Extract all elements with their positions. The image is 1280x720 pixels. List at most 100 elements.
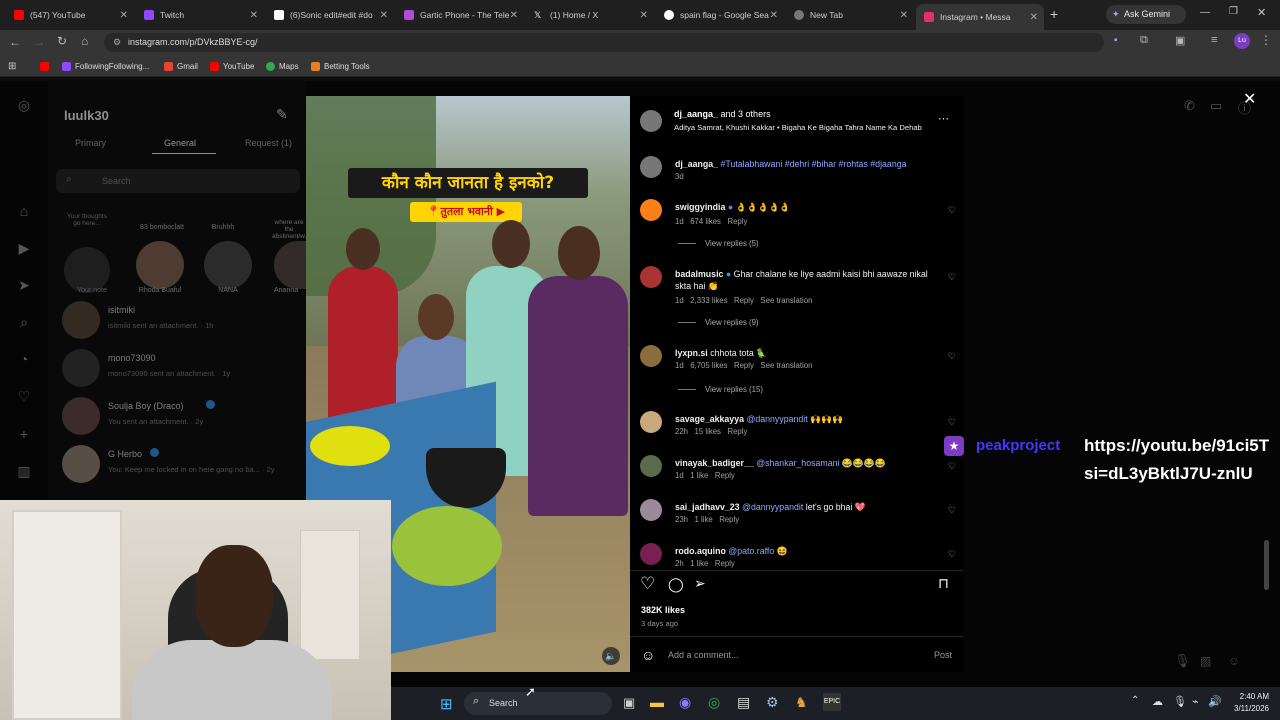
close-window-button[interactable]: ✕ — [1257, 6, 1266, 19]
save-bookmark-icon[interactable]: ⊓ — [938, 575, 949, 592]
avatar[interactable] — [640, 411, 662, 433]
volume-icon[interactable]: 🔊 — [1208, 695, 1222, 708]
view-replies-button[interactable]: View replies (15) — [678, 385, 763, 394]
close-tab-icon[interactable]: ✕ — [250, 10, 258, 21]
minimize-button[interactable]: — — [1200, 7, 1210, 18]
maximize-button[interactable]: ❐ — [1229, 6, 1238, 17]
like-comment-icon[interactable]: ♡ — [948, 505, 956, 516]
dm-thread[interactable]: G Herbo You: Keep me locked in on here ga… — [62, 443, 302, 487]
tab-twitch[interactable]: Twitch ✕ — [136, 4, 264, 26]
like-comment-icon[interactable]: ♡ — [948, 351, 956, 362]
like-comment-icon[interactable]: ♡ — [948, 205, 956, 216]
comment-likes[interactable]: 1 like — [695, 515, 713, 524]
close-tab-icon[interactable]: ✕ — [379, 9, 388, 21]
start-windows-icon[interactable]: ⊞ — [440, 695, 453, 713]
reels-icon[interactable]: ▶ — [16, 240, 32, 256]
avatar[interactable] — [640, 543, 662, 565]
bookmark-gmail[interactable]: Gmail — [164, 58, 198, 74]
bookmark-youtube-red[interactable] — [40, 58, 53, 74]
dashboard-icon[interactable]: ▥ — [16, 463, 32, 479]
avatar[interactable] — [640, 266, 662, 288]
comment-likes[interactable]: 1 like — [690, 559, 708, 568]
close-tab-icon[interactable]: ✕ — [1029, 11, 1038, 23]
emoji-icon[interactable]: ☺ — [641, 647, 655, 663]
comment-mention[interactable]: @dannyypandit — [742, 502, 803, 512]
file-explorer-icon[interactable]: ▬ — [650, 694, 664, 710]
store-icon[interactable]: ▤ — [737, 694, 750, 711]
dm-thread[interactable]: Soulja Boy (Draco) You sent an attachment… — [62, 395, 302, 439]
avatar[interactable] — [640, 455, 662, 477]
close-tab-icon[interactable]: ✕ — [900, 10, 908, 21]
reply-button[interactable]: Reply — [734, 361, 754, 370]
comment-username[interactable]: swiggyindia — [675, 202, 725, 212]
likes-count[interactable]: 382K likes — [641, 605, 685, 615]
close-tab-icon[interactable]: ✕ — [769, 9, 778, 21]
network-icon[interactable]: ⌁ — [1192, 695, 1199, 708]
tab-tiktok[interactable]: (6)Sonic edit#edit #do ✕ — [266, 4, 394, 26]
site-info-icon[interactable]: ⚙ — [113, 33, 121, 52]
reply-button[interactable]: Reply — [727, 427, 747, 436]
dm-username[interactable]: luulk30 — [64, 108, 109, 123]
caption-hashtags[interactable]: #Tutalabhawani #dehri #bihar #rohtas #dj… — [720, 159, 906, 169]
view-replies-button[interactable]: View replies (5) — [678, 239, 759, 248]
close-modal-button[interactable]: ✕ — [1243, 89, 1256, 109]
scrollbar[interactable] — [1264, 540, 1269, 590]
phone-icon[interactable]: ✆ — [1184, 98, 1195, 114]
clock-date[interactable]: 3/11/2026 — [1223, 704, 1269, 713]
tray-app-icon[interactable]: ☁ — [1152, 695, 1163, 708]
comment-likes[interactable]: 2,333 likes — [690, 296, 727, 305]
header-username[interactable]: dj_aanga_ — [674, 109, 718, 119]
reply-button[interactable]: Reply — [734, 296, 754, 305]
dm-search-input[interactable]: ⌕ Search — [56, 169, 300, 193]
comment-username[interactable]: badalmusic — [675, 269, 723, 279]
home-icon[interactable]: ⌂ — [16, 203, 32, 219]
tab-gartic[interactable]: Gartic Phone - The Tele ✕ — [396, 4, 524, 26]
dm-thread[interactable]: mono73090 mono73090 sent an attachment. ·… — [62, 347, 302, 391]
tab-google[interactable]: spain flag - Google Sea ✕ — [656, 4, 784, 26]
comment-username[interactable]: rodo.aquino — [675, 546, 726, 556]
tab-new[interactable]: New Tab ✕ — [786, 4, 914, 26]
mic-tray-icon[interactable]: 🎙 — [1173, 695, 1187, 708]
tab-general[interactable]: General — [164, 138, 196, 148]
address-bar[interactable]: ⚙ instagram.com/p/DVkzBBYE-cg/ — [104, 33, 1104, 52]
add-comment-input[interactable]: Add a comment... — [668, 650, 739, 660]
like-comment-icon[interactable]: ♡ — [948, 417, 956, 428]
avatar[interactable] — [136, 241, 184, 289]
avatar[interactable] — [204, 241, 252, 289]
comment-username[interactable]: vinayak_badiger__ — [675, 458, 754, 468]
reply-button[interactable]: Reply — [715, 471, 735, 480]
header-others[interactable]: and 3 others — [718, 109, 771, 119]
avatar[interactable] — [640, 345, 662, 367]
game-app-icon[interactable]: ♞ — [795, 694, 808, 711]
ask-gemini-button[interactable]: ✦ Ask Gemini — [1106, 5, 1186, 24]
dm-thread[interactable]: isitmiki isitmiki sent an attachment. · 1… — [62, 299, 302, 343]
extension-icon[interactable]: ▪ — [1114, 35, 1118, 46]
like-post-icon[interactable]: ♡ — [640, 574, 655, 594]
discord-icon[interactable]: ◉ — [679, 694, 691, 711]
reload-icon[interactable]: ↻ — [57, 34, 67, 48]
see-translation-button[interactable]: See translation — [760, 296, 812, 305]
close-tab-icon[interactable]: ✕ — [120, 10, 128, 21]
video-call-icon[interactable]: ▭ — [1210, 98, 1222, 114]
tab-x[interactable]: 𝕏 (1) Home / X ✕ — [526, 4, 654, 26]
avatar[interactable] — [640, 199, 662, 221]
microphone-icon[interactable]: 🎙 — [1174, 653, 1191, 669]
explore-icon[interactable]: ◔ — [16, 351, 32, 367]
bookmark-betting-tools[interactable]: Betting Tools — [311, 58, 370, 74]
comment-likes[interactable]: 1 like — [690, 471, 708, 480]
forward-icon[interactable]: → — [33, 35, 45, 49]
avatar[interactable] — [274, 241, 306, 289]
comment-username[interactable]: savage_akkayya — [675, 414, 744, 424]
comment-mention[interactable]: @shankar_hosamani — [756, 458, 839, 468]
instagram-logo-icon[interactable]: ◎ — [16, 97, 32, 113]
comment-likes[interactable]: 674 likes — [690, 217, 721, 226]
tab-requests[interactable]: Request (1) — [245, 138, 292, 148]
bookmark-following[interactable]: FollowingFollowing... — [62, 58, 149, 74]
comment-username[interactable]: lyxpn.si — [675, 348, 708, 358]
more-options-icon[interactable]: ⋯ — [938, 112, 949, 125]
image-icon[interactable]: ▨ — [1200, 654, 1211, 668]
reply-button[interactable]: Reply — [715, 559, 735, 568]
direct-icon[interactable]: ➤ — [16, 277, 32, 293]
see-translation-button[interactable]: See translation — [760, 361, 812, 370]
extensions-puzzle-icon[interactable]: ⧉ — [1140, 34, 1148, 47]
